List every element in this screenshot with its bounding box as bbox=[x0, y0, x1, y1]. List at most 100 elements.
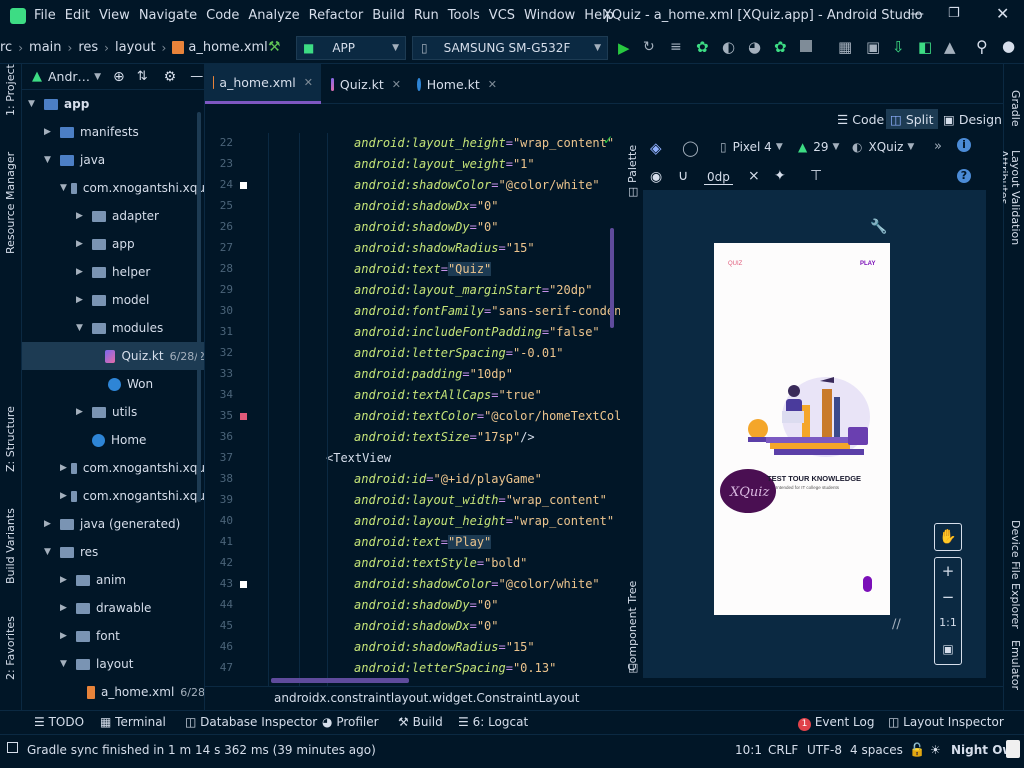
close-icon[interactable]: ✕ bbox=[996, 4, 1009, 23]
tree-item[interactable]: ▶ anim bbox=[22, 566, 204, 594]
collapse-all-icon[interactable]: ⇅ bbox=[137, 69, 148, 84]
chevron-right-icon[interactable]: ▶ bbox=[60, 603, 72, 613]
avd-manager-icon[interactable]: ▣ bbox=[866, 38, 880, 56]
indent-setting[interactable]: 4 spaces bbox=[850, 743, 903, 757]
run-config-select[interactable]: ■ APP ▼ bbox=[296, 36, 406, 60]
tree-item[interactable]: ▶ com.xnogantshi.xqu bbox=[22, 482, 204, 510]
palette-icon[interactable]: ◫ bbox=[628, 185, 638, 198]
tree-item[interactable]: ▶ adapter bbox=[22, 202, 204, 230]
zoom-ratio-button[interactable]: 1:1 bbox=[935, 610, 961, 636]
tree-item[interactable]: ▶ model bbox=[22, 286, 204, 314]
tree-item[interactable]: ▶ com.xnogantshi.xqu bbox=[22, 454, 204, 482]
editor-scrollbar[interactable] bbox=[610, 228, 614, 328]
phone-preview[interactable]: QUIZ PLAY XQuiz TEST TOUR KNOWLEDGE Inte… bbox=[714, 243, 890, 615]
run-icon[interactable]: ▶ bbox=[618, 39, 630, 57]
layers-icon[interactable]: ◈ bbox=[650, 139, 662, 157]
split-view-button[interactable]: ◫ Split bbox=[886, 109, 938, 129]
tree-item[interactable]: ▶ drawable bbox=[22, 594, 204, 622]
chevron-right-icon[interactable]: ▶ bbox=[60, 463, 67, 473]
theme-dropdown[interactable]: ◐ XQuiz ▼ bbox=[852, 140, 914, 154]
breadcrumb-item[interactable]: res bbox=[78, 40, 98, 55]
wrench-icon[interactable]: 🔧 bbox=[870, 219, 887, 235]
design-view-button[interactable]: ▣ Design bbox=[939, 109, 1006, 129]
eye-icon[interactable]: ◉ bbox=[650, 169, 662, 185]
color-swatch-icon[interactable] bbox=[240, 182, 247, 189]
xml-breadcrumb[interactable]: androidx.constraintlayout.widget.Constra… bbox=[274, 691, 579, 705]
menu-item-edit[interactable]: Edit bbox=[65, 8, 90, 23]
tool-window-favorites[interactable]: 2: Favorites bbox=[4, 616, 17, 680]
menu-item-navigate[interactable]: Navigate bbox=[139, 8, 197, 23]
pan-button[interactable]: ✋ bbox=[934, 523, 962, 551]
line-separator[interactable]: CRLF bbox=[768, 743, 798, 757]
breadcrumb-item[interactable]: layout bbox=[115, 40, 156, 55]
chevron-right-icon[interactable]: ▶ bbox=[76, 267, 88, 277]
device-dropdown[interactable]: ▯ Pixel 4 ▼ bbox=[720, 140, 783, 154]
tree-item[interactable]: Won bbox=[22, 370, 204, 398]
tree-item[interactable]: ▶ helper bbox=[22, 258, 204, 286]
tool-window-todo[interactable]: ☰ TODO bbox=[34, 715, 84, 729]
color-swatch-icon[interactable] bbox=[240, 581, 247, 588]
color-swatch-icon[interactable] bbox=[240, 413, 247, 420]
tree-item[interactable]: ▼ java bbox=[22, 146, 204, 174]
zoom-in-button[interactable]: + bbox=[935, 558, 961, 584]
sync-icon[interactable]: ▦ bbox=[838, 38, 852, 56]
menu-item-build[interactable]: Build bbox=[372, 8, 405, 23]
menu-item-run[interactable]: Run bbox=[414, 8, 439, 23]
clear-constraints-icon[interactable]: ⨯ bbox=[748, 168, 760, 184]
zoom-to-fit-icon[interactable]: ▣ bbox=[935, 636, 961, 662]
zoom-out-button[interactable]: − bbox=[935, 584, 961, 610]
orientation-icon[interactable]: ◯ bbox=[682, 139, 699, 157]
device-select[interactable]: ▯ SAMSUNG SM-G532F ▼ bbox=[412, 36, 608, 60]
close-icon[interactable]: ✕ bbox=[488, 78, 497, 91]
sdk-manager-icon[interactable]: ⇩ bbox=[892, 38, 905, 56]
infer-constraints-icon[interactable]: ✦ bbox=[774, 168, 786, 184]
chevron-right-icon[interactable]: ▶ bbox=[76, 295, 88, 305]
tool-window-layout-validation[interactable]: Layout Validation bbox=[1009, 150, 1022, 245]
default-margin-field[interactable]: 0dp bbox=[704, 170, 733, 185]
tool-window-emulator[interactable]: Emulator bbox=[1009, 640, 1022, 690]
lock-icon[interactable]: 🔓 bbox=[909, 743, 925, 758]
chevron-down-icon[interactable]: ▼ bbox=[94, 72, 101, 82]
chevron-right-icon[interactable]: ▶ bbox=[76, 407, 88, 417]
chevron-right-icon[interactable]: ▶ bbox=[44, 127, 56, 137]
profile-icon[interactable]: ◐ bbox=[722, 38, 735, 56]
debug-icon[interactable]: ✿ bbox=[696, 38, 709, 56]
tool-window-event-log[interactable]: 1 Event Log bbox=[798, 715, 874, 731]
status-toggle-icon[interactable] bbox=[7, 742, 18, 753]
chevron-down-icon[interactable]: ▼ bbox=[76, 323, 88, 333]
chevron-down-icon[interactable]: ▼ bbox=[44, 547, 56, 557]
tool-window-gradle[interactable]: Gradle bbox=[1009, 90, 1022, 127]
chevron-down-icon[interactable]: ▼ bbox=[60, 659, 72, 669]
tree-item[interactable]: ▼ layout bbox=[22, 650, 204, 678]
status-message[interactable]: Gradle sync finished in 1 m 14 s 362 ms … bbox=[27, 743, 376, 757]
tool-window-resource-manager[interactable]: Resource Manager bbox=[4, 152, 17, 254]
code-editor[interactable]: 22 23 24 25 26 27 28 29 30 31 32 33 34 35 36 37 38 39 40 41… bbox=[205, 133, 620, 686]
tree-item[interactable]: ▶ app bbox=[22, 230, 204, 258]
close-icon[interactable]: ✕ bbox=[392, 78, 401, 91]
notification-icon[interactable] bbox=[1006, 740, 1020, 758]
palette-tab[interactable]: Palette bbox=[626, 145, 639, 183]
chevron-right-icon[interactable]: ▶ bbox=[76, 211, 88, 221]
guidelines-icon[interactable]: ⊤ bbox=[810, 168, 822, 184]
tool-window-database-inspector[interactable]: ◫ Database Inspector bbox=[185, 715, 317, 729]
breadcrumb-item[interactable]: main bbox=[29, 40, 61, 55]
component-tree-icon[interactable]: ◫ bbox=[628, 661, 638, 674]
stop-icon[interactable] bbox=[800, 40, 812, 52]
apply-changes-icon[interactable]: ↻ bbox=[643, 39, 655, 55]
menu-item-code[interactable]: Code bbox=[206, 8, 239, 23]
resize-handle-icon[interactable]: ∕∕ bbox=[892, 617, 901, 632]
horizontal-scrollbar[interactable] bbox=[271, 678, 409, 683]
coverage-icon[interactable]: ✿ bbox=[774, 38, 787, 56]
menu-item-refactor[interactable]: Refactor bbox=[309, 8, 364, 23]
menu-item-file[interactable]: File bbox=[34, 8, 56, 23]
chevron-right-icon[interactable]: ▶ bbox=[60, 491, 67, 501]
close-icon[interactable]: ✕ bbox=[304, 76, 313, 89]
menu-item-vcs[interactable]: VCS bbox=[489, 8, 515, 23]
tool-window-layout-inspector[interactable]: ◫ Layout Inspector bbox=[888, 715, 1004, 729]
tree-item[interactable]: ▼ com.xnogantshi.xqu bbox=[22, 174, 204, 202]
tool-window-device-file-explorer[interactable]: Device File Explorer bbox=[1009, 520, 1022, 629]
tool-window-build-variants[interactable]: Build Variants bbox=[4, 508, 17, 584]
tool-window-profiler[interactable]: ◕ Profiler bbox=[322, 715, 379, 729]
chevron-down-icon[interactable]: ▼ bbox=[60, 183, 67, 193]
minimize-icon[interactable]: — bbox=[910, 6, 924, 22]
